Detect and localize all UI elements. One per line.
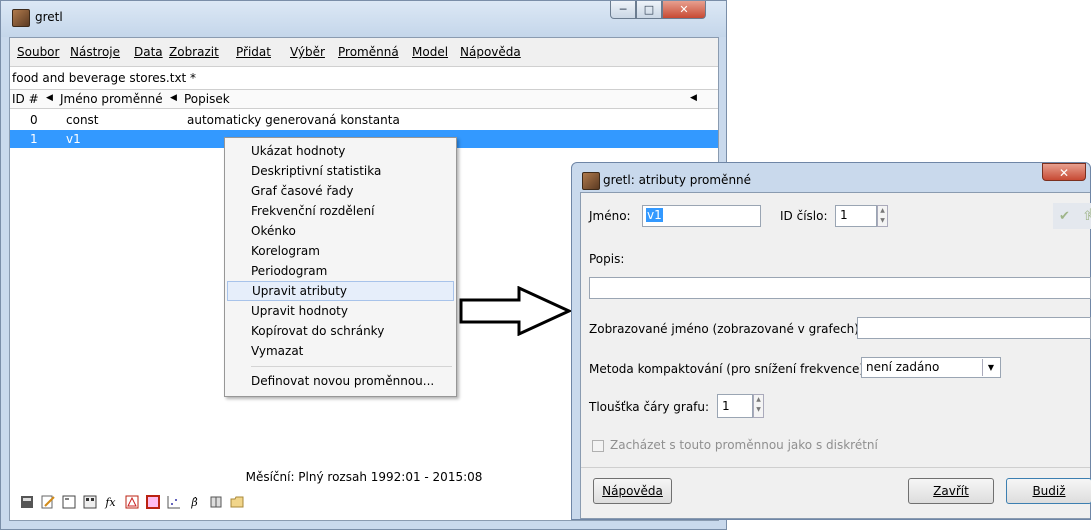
session-icon[interactable] — [81, 494, 98, 511]
ok-button[interactable]: Budiž — [1006, 478, 1091, 504]
description-label: Popis: — [589, 252, 625, 266]
dataset-filename: food and beverage stores.txt * — [12, 71, 197, 85]
menu-item-descriptive-stats[interactable]: Deskriptivní statistika — [227, 161, 454, 181]
menu-item-time-series-plot[interactable]: Graf časové řady — [227, 181, 454, 201]
gretl-app-icon — [12, 9, 30, 27]
close-button[interactable]: ✕ — [662, 1, 706, 19]
calculator-icon[interactable] — [18, 494, 35, 511]
line-width-spinner[interactable]: 1 — [717, 394, 753, 418]
database-icon[interactable] — [207, 494, 224, 511]
menu-pridat[interactable]: Přidat — [236, 45, 271, 59]
menu-model[interactable]: Model — [412, 45, 448, 59]
row-name: v1 — [66, 132, 81, 146]
menu-item-show-values[interactable]: Ukázat hodnoty — [227, 141, 454, 161]
id-spinner-arrows[interactable]: ▲ ▼ — [877, 205, 888, 227]
table-row[interactable]: 0 const automaticky generovaná konstanta — [10, 111, 718, 129]
menu-item-define-new-variable[interactable]: Definovat novou proměnnou... — [227, 371, 454, 391]
menu-vyber[interactable]: Výběr — [290, 45, 325, 59]
menu-item-correlogram[interactable]: Korelogram — [227, 241, 454, 261]
id-value: 1 — [840, 208, 848, 222]
line-width-value: 1 — [722, 399, 730, 413]
dialog-separator — [581, 467, 1090, 468]
folder-icon[interactable] — [228, 494, 245, 511]
id-spinner[interactable]: 1 — [835, 205, 877, 227]
dialog-client: Jméno: v1 ID číslo: 1 ▲▼ ✔ ⇧ ⇩ Popis: Zo… — [580, 192, 1091, 519]
description-field[interactable] — [589, 277, 1091, 299]
display-name-label: Zobrazované jméno (zobrazované v grafech… — [589, 322, 864, 336]
menu-zobrazit[interactable]: Zobrazit — [169, 45, 219, 59]
gretl-app-icon — [582, 172, 600, 190]
main-titlebar: gretl ─ □ ✕ — [1, 1, 726, 37]
help-button[interactable]: Nápověda — [593, 478, 672, 504]
name-field-value: v1 — [646, 208, 663, 222]
name-field[interactable]: v1 — [642, 205, 761, 227]
chevron-down-icon[interactable]: ▼ — [982, 359, 999, 376]
menu-separator — [251, 366, 452, 367]
bundle-icon[interactable] — [144, 494, 161, 511]
sort-left-icon: ◀ — [170, 93, 177, 103]
beta-hat-icon[interactable]: β̂ — [186, 494, 203, 511]
discrete-checkbox-label: Zacházet s touto proměnnou jako s diskré… — [610, 438, 878, 452]
pdf-icon[interactable] — [123, 494, 140, 511]
sort-left-icon: ◀ — [690, 93, 697, 103]
menu-item-boxplot[interactable]: Okénko — [227, 221, 454, 241]
variable-list-header: ID # ◀ Jméno proměnné ◀ Popisek ◀ — [10, 89, 718, 109]
compaction-method-label: Metoda kompaktování (pro snížení frekven… — [589, 362, 869, 376]
row-id: 0 — [30, 113, 38, 127]
attributes-dialog: gretl: atributy proměnné ✕ Jméno: v1 ID … — [571, 162, 1091, 520]
menu-promenna[interactable]: Proměnná — [338, 45, 399, 59]
maximize-button[interactable]: □ — [636, 1, 662, 19]
menubar: Soubor Nástroje Data Zobrazit Přidat Výb… — [10, 38, 718, 67]
menu-soubor[interactable]: Soubor — [17, 45, 59, 59]
menu-nastroje[interactable]: Nástroje — [70, 45, 120, 59]
minimize-button[interactable]: ─ — [610, 1, 636, 19]
right-arrow-icon — [459, 286, 573, 336]
row-name: const — [66, 113, 99, 127]
menu-data[interactable]: Data — [134, 45, 163, 59]
sort-left-icon: ◀ — [46, 93, 53, 103]
function-icon[interactable]: fx — [102, 494, 119, 511]
dialog-title: gretl: atributy proměnné — [603, 173, 752, 187]
line-width-label: Tloušťka čáry grafu: — [589, 400, 710, 414]
terminal-icon[interactable] — [60, 494, 77, 511]
dialog-close-button[interactable]: ✕ — [1042, 163, 1086, 181]
display-name-field[interactable] — [857, 317, 1091, 339]
name-label: Jméno: — [589, 209, 631, 223]
compaction-method-select[interactable]: není zadáno ▼ — [861, 357, 1001, 378]
menu-napoveda[interactable]: Nápověda — [460, 45, 521, 59]
close-dialog-button[interactable]: Zavřít — [908, 478, 994, 504]
menu-item-delete[interactable]: Vymazat — [227, 341, 454, 361]
menu-item-edit-attributes[interactable]: Upravit atributy — [227, 281, 454, 301]
menu-item-edit-values[interactable]: Upravit hodnoty — [227, 301, 454, 321]
row-id: 1 — [30, 132, 38, 146]
main-window-title: gretl — [35, 10, 63, 24]
edit-script-icon[interactable] — [39, 494, 56, 511]
col-header-name[interactable]: Jméno proměnné — [60, 92, 163, 106]
main-toolbar: fx β̂ — [18, 492, 245, 512]
col-header-id[interactable]: ID # — [12, 92, 39, 106]
compaction-method-value: není zadáno — [866, 360, 940, 374]
arrow-down-icon[interactable]: ⇩ — [1086, 207, 1091, 222]
id-label: ID číslo: — [780, 209, 828, 223]
scatter-plot-icon[interactable] — [165, 494, 182, 511]
apply-check-icon[interactable]: ✔ — [1059, 209, 1070, 224]
menu-item-periodogram[interactable]: Periodogram — [227, 261, 454, 281]
variable-context-menu: Ukázat hodnoty Deskriptivní statistika G… — [224, 137, 457, 397]
menu-item-copy-to-clipboard[interactable]: Kopírovat do schránky — [227, 321, 454, 341]
row-desc: automaticky generovaná konstanta — [187, 113, 400, 127]
discrete-checkbox[interactable] — [592, 440, 604, 452]
col-header-desc[interactable]: Popisek — [184, 92, 230, 106]
line-width-spinner-arrows[interactable]: ▲ ▼ — [753, 394, 764, 418]
menu-item-frequency-distribution[interactable]: Frekvenční rozdělení — [227, 201, 454, 221]
